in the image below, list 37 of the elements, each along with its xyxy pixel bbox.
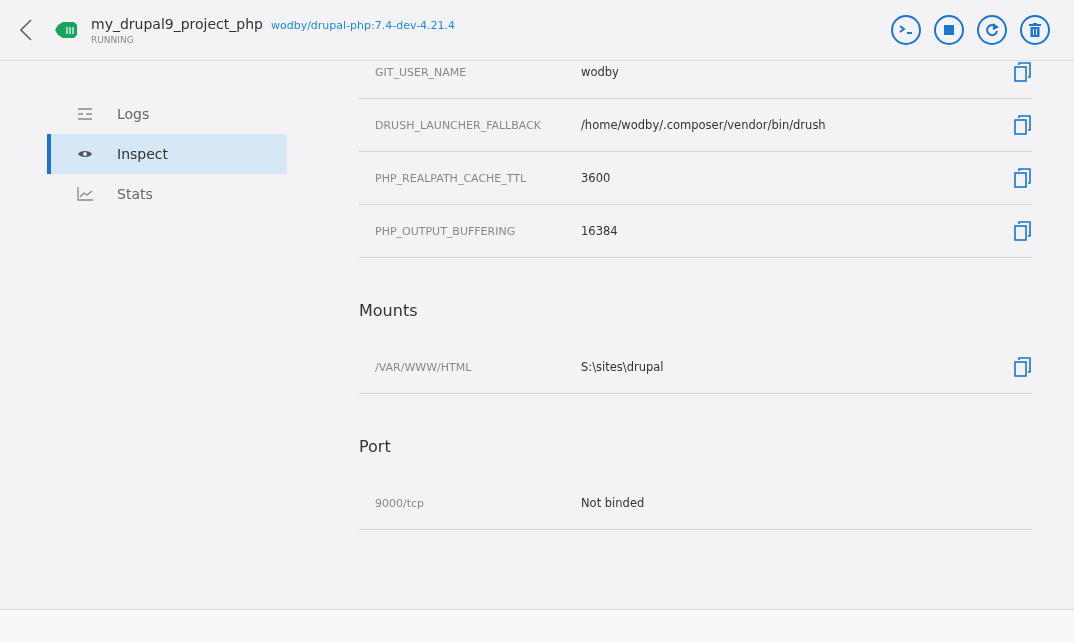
variable-value: Not binded	[581, 496, 646, 510]
variable-name: PHP_OUTPUT_BUFFERING	[375, 224, 517, 238]
copy-button[interactable]	[1014, 168, 1032, 188]
section-heading: Mounts	[359, 300, 419, 322]
restart-button[interactable]	[977, 15, 1007, 45]
sidebar-item[interactable]: Logs	[47, 94, 287, 134]
variable-name: 9000/tcp	[375, 496, 426, 510]
status-label: RUNNING	[91, 34, 135, 45]
eye-icon	[77, 149, 93, 159]
section-heading: Port	[359, 436, 392, 458]
variable-value: S:\sites\drupal	[581, 360, 665, 374]
prompt-icon	[899, 25, 913, 35]
image-link[interactable]: wodby/drupal-php:7.4-dev-4.21.4	[270, 18, 456, 32]
variable-value: wodby	[581, 65, 620, 79]
container-icon	[55, 22, 77, 38]
variable-value: /home/wodby/.composer/vendor/bin/drush	[581, 118, 827, 132]
variable-name: DRUSH_LAUNCHER_FALLBACK	[375, 118, 543, 132]
chart-icon	[77, 187, 93, 201]
variable-value: 3600	[581, 171, 612, 185]
trash-icon	[1029, 23, 1041, 37]
copy-button[interactable]	[1014, 221, 1032, 241]
sidebar-item[interactable]: Stats	[47, 174, 287, 214]
lines-icon	[77, 108, 93, 120]
variable-value: 16384	[581, 224, 619, 238]
delete-button[interactable]	[1020, 15, 1050, 45]
stop-button[interactable]	[934, 15, 964, 45]
circular-arrow-icon	[985, 23, 999, 37]
sidebar-item[interactable]: Inspect	[47, 134, 287, 174]
terminal-button[interactable]	[891, 15, 921, 45]
container-name: my_drupal9_project_php	[91, 15, 263, 32]
copy-button[interactable]	[1014, 357, 1032, 377]
variable-name: /VAR/WWW/HTML	[375, 360, 473, 374]
copy-button[interactable]	[1014, 62, 1032, 82]
variable-name: GIT_USER_NAME	[375, 65, 468, 79]
copy-button[interactable]	[1014, 115, 1032, 135]
variable-name: PHP_REALPATH_CACHE_TTL	[375, 171, 528, 185]
square-icon	[944, 25, 954, 35]
